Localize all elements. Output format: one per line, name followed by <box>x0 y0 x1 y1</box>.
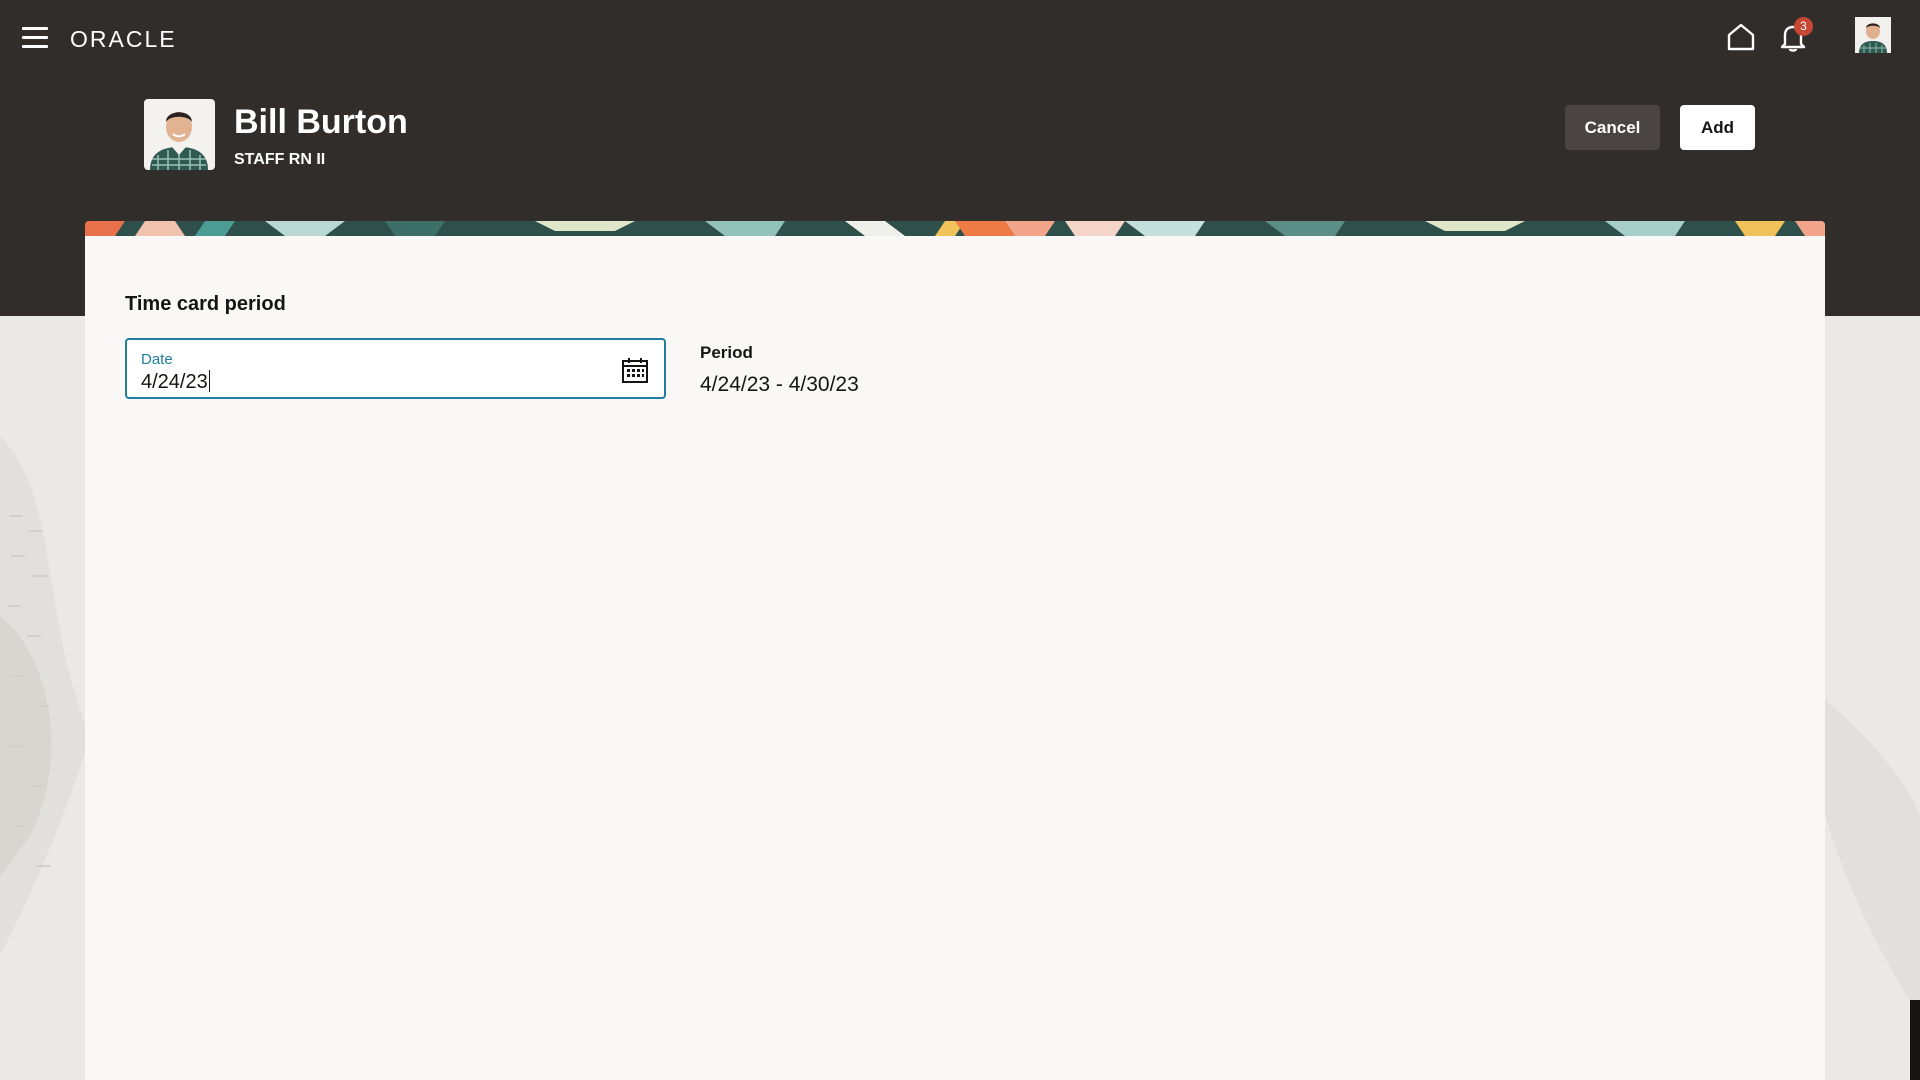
notification-badge: 3 <box>1794 17 1813 36</box>
top-navigation-bar: ORACLE 3 <box>0 0 1920 74</box>
employee-name: Bill Burton <box>234 103 408 141</box>
oracle-logo[interactable]: ORACLE <box>70 26 177 53</box>
date-input[interactable]: 4/24/23 <box>141 370 210 394</box>
menu-icon[interactable] <box>22 27 48 49</box>
home-icon[interactable] <box>1726 22 1756 52</box>
period-label: Period <box>700 343 753 362</box>
user-avatar[interactable] <box>1855 17 1891 53</box>
section-title: Time card period <box>125 293 286 315</box>
time-card-panel: Time card period Date 4/24/23 Period 4/2… <box>85 221 1825 1080</box>
date-field-label: Date <box>141 351 173 368</box>
add-button[interactable]: Add <box>1680 105 1755 150</box>
decorative-banner <box>85 221 1825 236</box>
employee-avatar <box>144 99 215 170</box>
employee-job-title: STAFF RN II <box>234 151 326 168</box>
date-input-field[interactable]: Date 4/24/23 <box>125 338 666 399</box>
calendar-icon[interactable] <box>621 356 649 384</box>
cancel-button[interactable]: Cancel <box>1565 105 1660 150</box>
period-value: 4/24/23 - 4/30/23 <box>700 373 859 396</box>
scrollbar-thumb[interactable] <box>1910 1000 1920 1080</box>
